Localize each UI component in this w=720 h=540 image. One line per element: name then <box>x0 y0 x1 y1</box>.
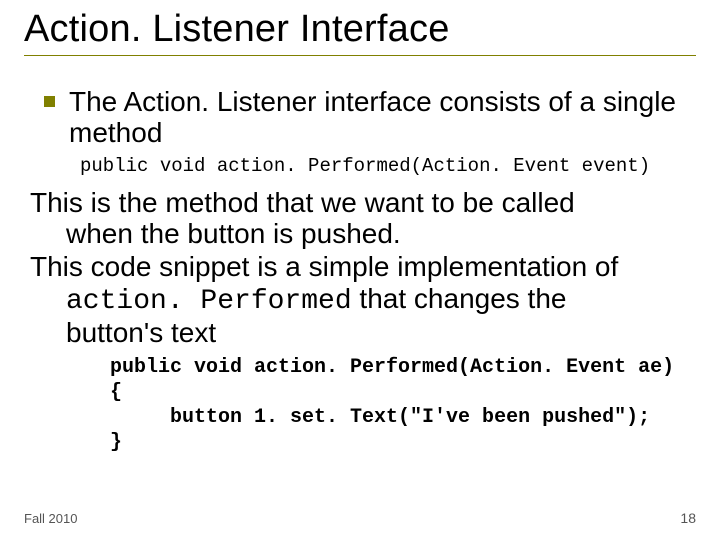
bullet-text: The Action. Listener interface consists … <box>69 86 690 149</box>
inline-code: action. Performed <box>66 286 352 317</box>
code-l1: public void action. Performed(Action. Ev… <box>110 356 674 379</box>
para2-line1: This code snippet is a simple implementa… <box>30 251 618 282</box>
title-area: Action. Listener Interface <box>24 8 696 56</box>
para2-line2: action. Performed that changes the <box>30 283 566 314</box>
square-bullet-icon <box>44 96 55 107</box>
para1-line2: when the button is pushed. <box>30 218 401 249</box>
slide: Action. Listener Interface The Action. L… <box>0 0 720 540</box>
code-block: public void action. Performed(Action. Ev… <box>110 355 690 455</box>
para2-line3: button's text <box>30 317 216 348</box>
code-l4: } <box>110 431 122 454</box>
code-l3: button 1. set. Text("I've been pushed"); <box>110 406 650 429</box>
footer-date: Fall 2010 <box>24 511 77 526</box>
para2-line2-rest: that changes the <box>352 283 567 314</box>
slide-body: The Action. Listener interface consists … <box>30 86 690 455</box>
code-l2: { <box>110 381 122 404</box>
para1-line1: This is the method that we want to be ca… <box>30 187 575 218</box>
paragraph-1: This is the method that we want to be ca… <box>30 187 690 250</box>
bullet-item: The Action. Listener interface consists … <box>44 86 690 149</box>
paragraph-2: This code snippet is a simple implementa… <box>30 251 690 348</box>
code-signature: public void action. Performed(Action. Ev… <box>80 155 690 177</box>
title-underline <box>24 55 696 56</box>
slide-number: 18 <box>680 510 696 526</box>
slide-title: Action. Listener Interface <box>24 8 696 51</box>
